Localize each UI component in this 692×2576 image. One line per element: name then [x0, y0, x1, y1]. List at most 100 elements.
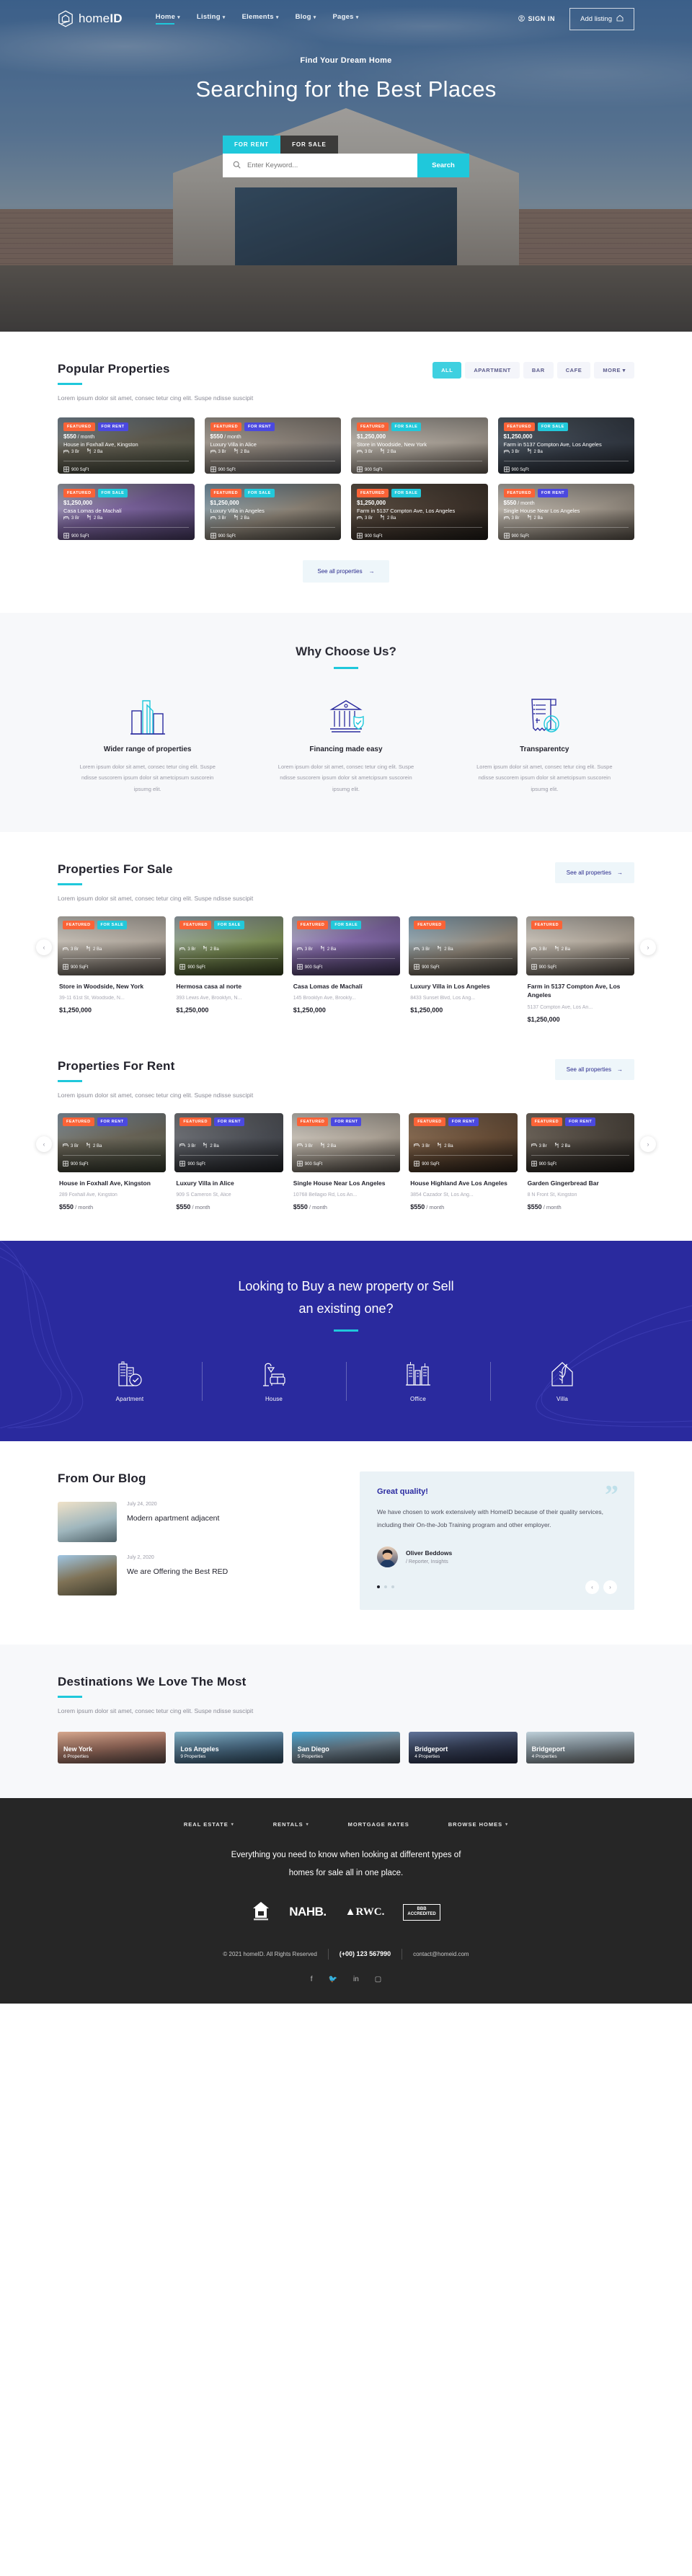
destination-card[interactable]: New York 6 Properties — [58, 1731, 167, 1763]
brand-logo[interactable]: homeID — [58, 10, 123, 27]
dot-3[interactable] — [391, 1585, 394, 1589]
tab-for-rent[interactable]: FOR RENT — [223, 136, 281, 154]
property-card[interactable]: FEATURED FOR SALE 3 Br 2 Ba 900 SqFt Herm… — [174, 916, 283, 1023]
property-name: House in Foxhall Ave, Kingston — [63, 441, 138, 448]
cta-type-villa[interactable]: Villa — [490, 1358, 634, 1402]
badge-for-rent: FOR RENT — [213, 1117, 245, 1126]
blog-post-item[interactable]: July 24, 2020 Modern apartment adjacent — [58, 1502, 332, 1543]
nav-item-pages[interactable]: Pages ▾ — [332, 13, 358, 25]
search-button[interactable]: Search — [417, 154, 469, 177]
see-all-for-rent-button[interactable]: See all properties → — [554, 1058, 634, 1080]
bathrooms: 2 Ba — [234, 514, 249, 522]
property-card[interactable]: FEATURED FOR SALE 3 Br 2 Ba 900 SqFt Casa… — [291, 916, 401, 1023]
area: 900 SqFt — [503, 533, 529, 540]
search-input[interactable] — [247, 161, 407, 169]
carousel-prev-for-sale[interactable]: ‹ — [36, 939, 52, 956]
destination-count: 4 Properties — [531, 1753, 557, 1759]
footer-link-real-estate[interactable]: REAL ESTATE ▾ — [184, 1821, 234, 1828]
bedrooms: 3 Br — [503, 515, 520, 522]
twitter-icon[interactable]: 🐦 — [329, 1975, 337, 1983]
filter-cafe[interactable]: CAFE — [556, 362, 591, 379]
property-title: Store in Woodside, New York — [59, 983, 144, 991]
card-badges: FEATURED FOR RENT — [179, 1117, 278, 1126]
chevron-down-icon: ▾ — [505, 1822, 509, 1827]
property-card[interactable]: FEATURED FOR RENT 3 Br 2 Ba 900 SqFt Hous… — [58, 1112, 167, 1210]
property-card[interactable]: FEATURED FOR SALE $1,250,000 Casa Lomas d… — [58, 484, 195, 540]
property-card[interactable]: FEATURED FOR SALE 3 Br 2 Ba 900 SqFt Stor… — [58, 916, 167, 1023]
nav-item-elements[interactable]: Elements ▾ — [242, 13, 279, 25]
card-badges: FEATURED FOR RENT — [531, 1117, 629, 1126]
property-card[interactable]: FEATURED 3 Br 2 Ba 900 SqFt Farm in 5137… — [525, 916, 634, 1023]
nav-item-home[interactable]: Home ▾ — [155, 13, 180, 25]
card-badges: FEATURED FOR RENT — [63, 422, 189, 431]
bedrooms: 3 Br — [357, 449, 373, 456]
dot-2[interactable] — [384, 1585, 387, 1589]
nav-item-blog[interactable]: Blog ▾ — [296, 13, 316, 25]
destination-card[interactable]: San Diego 5 Properties — [291, 1731, 401, 1763]
footer-link-browse-homes[interactable]: BROWSE HOMES ▾ — [448, 1821, 508, 1828]
card-meta: 3 Br 2 Ba 900 SqFt — [63, 448, 189, 474]
area: 900 SqFt — [414, 1161, 440, 1168]
carousel-next-for-sale[interactable]: › — [640, 939, 656, 956]
add-listing-button[interactable]: Add listing — [569, 7, 634, 30]
dot-1[interactable] — [377, 1585, 380, 1589]
bath-icon — [437, 945, 442, 953]
property-card[interactable]: FEATURED FOR RENT $550 / month Luxury Vil… — [204, 417, 341, 474]
property-card[interactable]: FEATURED FOR RENT 3 Br 2 Ba 900 SqFt Luxu… — [174, 1112, 283, 1210]
bed-icon — [297, 947, 303, 953]
area: 900 SqFt — [210, 533, 236, 540]
property-card[interactable]: FEATURED FOR RENT 3 Br 2 Ba 900 SqFt Gard… — [525, 1112, 634, 1211]
tab-for-sale[interactable]: FOR SALE — [280, 136, 338, 154]
carousel-next-for-rent[interactable]: › — [640, 1136, 656, 1152]
carousel-prev-for-rent[interactable]: ‹ — [36, 1136, 52, 1152]
cta-type-office[interactable]: Office — [346, 1358, 490, 1402]
card-meta: 3 Br 2 Ba 900 SqFt — [63, 1142, 161, 1168]
sign-in-button[interactable]: SIGN IN — [518, 14, 555, 23]
property-price: $550 / month — [527, 1203, 562, 1211]
destination-card[interactable]: Bridgeport 4 Properties — [409, 1731, 518, 1763]
see-all-properties-button[interactable]: See all properties → — [303, 560, 389, 583]
property-card[interactable]: FEATURED FOR RENT $550 / month House in F… — [58, 417, 195, 474]
footer-link-mortgage-rates[interactable]: MORTGAGE RATES — [348, 1821, 409, 1828]
facebook-icon[interactable]: f — [311, 1975, 313, 1983]
badge-featured: FEATURED — [63, 489, 95, 497]
footer-link-rentals[interactable]: RENTALS ▾ — [273, 1821, 309, 1828]
bathrooms: 2 Ba — [203, 945, 219, 953]
property-card[interactable]: FEATURED 3 Br 2 Ba 900 SqFt Luxury Villa… — [409, 916, 518, 1023]
property-card[interactable]: FEATURED FOR RENT $550 / month Single Hou… — [497, 484, 634, 540]
property-card[interactable]: FEATURED FOR RENT 3 Br 2 Ba 900 SqFt Hous… — [409, 1112, 518, 1210]
property-card[interactable]: FEATURED FOR SALE $1,250,000 Farm in 5137… — [497, 417, 634, 474]
card-meta: 3 Br 2 Ba 900 SqFt — [357, 514, 482, 540]
equal-housing-icon — [252, 1900, 270, 1924]
linkedin-icon[interactable]: in — [353, 1975, 359, 1983]
property-card[interactable]: FEATURED FOR SALE $1,250,000 Luxury Villa… — [204, 484, 341, 540]
sofa-lamp-icon — [202, 1358, 346, 1389]
nav-item-listing[interactable]: Listing ▾ — [197, 13, 226, 25]
brand-name: homeID — [79, 12, 123, 25]
filter-more[interactable]: MORE ▾ — [594, 362, 634, 379]
footer-phone[interactable]: (+00) 123 567990 — [340, 1950, 391, 1957]
property-card[interactable]: FEATURED FOR RENT 3 Br 2 Ba 900 SqFt Sing… — [291, 1112, 401, 1210]
area: 900 SqFt — [531, 1161, 556, 1168]
see-all-for-sale-button[interactable]: See all properties → — [554, 862, 634, 884]
blog-post-item[interactable]: July 2, 2020 We are Offering the Best RE… — [58, 1555, 332, 1596]
cta-type-apartment[interactable]: Apartment — [58, 1358, 202, 1402]
destination-card[interactable]: Los Angeles 9 Properties — [174, 1731, 283, 1763]
buy-sell-cta-section: Looking to Buy a new property or Sell an… — [0, 1241, 692, 1442]
filter-apartment[interactable]: APARTMENT — [465, 362, 520, 379]
property-card[interactable]: FEATURED FOR SALE $1,250,000 Store in Woo… — [351, 417, 488, 474]
card-meta: 3 Br 2 Ba 900 SqFt — [179, 945, 278, 971]
testimonial-next[interactable]: › — [603, 1580, 617, 1594]
cta-type-house[interactable]: House — [202, 1358, 346, 1402]
testimonial-prev[interactable]: ‹ — [585, 1580, 599, 1594]
property-card[interactable]: FEATURED FOR SALE $1,250,000 Farm in 5137… — [351, 484, 488, 540]
destination-card[interactable]: Bridgeport 4 Properties — [525, 1731, 634, 1763]
badge-featured: FEATURED — [210, 489, 242, 497]
footer-email[interactable]: contact@homeid.com — [413, 1951, 469, 1957]
properties-for-sale-section: Properties For Sale Lorem ipsum dolor si… — [0, 832, 692, 1053]
filter-all[interactable]: ALL — [432, 362, 462, 379]
filter-bar[interactable]: BAR — [523, 362, 554, 379]
bath-icon — [554, 945, 559, 953]
instagram-icon[interactable]: ▢ — [375, 1975, 381, 1983]
bed-icon — [414, 1143, 420, 1149]
